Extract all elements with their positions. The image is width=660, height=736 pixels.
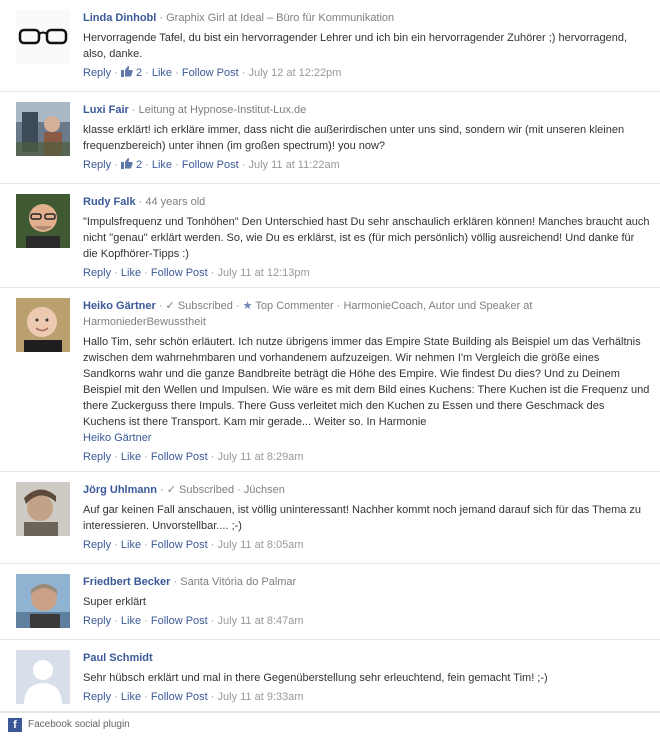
user-photo-icon: [16, 102, 70, 156]
like-link[interactable]: Like: [121, 691, 141, 703]
comment-item: Friedbert Becker · Santa Vitória do Palm…: [0, 564, 660, 640]
comment-item: Heiko Gärtner · ✓ Subscribed · ★ Top Com…: [0, 288, 660, 472]
like-link[interactable]: Like: [121, 451, 141, 463]
comment-item: Linda Dinhobl · Graphix Girl at Ideal – …: [0, 0, 660, 92]
author-name[interactable]: Heiko Gärtner: [83, 300, 156, 312]
follow-post-link[interactable]: Follow Post: [182, 159, 239, 171]
timestamp[interactable]: July 11 at 8:29am: [218, 451, 304, 463]
user-photo-icon: [16, 298, 70, 352]
reply-link[interactable]: Reply: [83, 691, 111, 703]
timestamp[interactable]: July 11 at 12:13pm: [218, 267, 310, 279]
avatar[interactable]: [16, 298, 70, 352]
comment-text: Hervorragende Tafel, du bist ein hervorr…: [83, 32, 628, 60]
comment-text: Super erklärt: [83, 596, 146, 608]
glasses-icon: [16, 10, 70, 64]
author-name[interactable]: Friedbert Becker: [83, 576, 170, 588]
follow-post-link[interactable]: Follow Post: [151, 615, 208, 627]
reply-link[interactable]: Reply: [83, 451, 111, 463]
follow-post-link[interactable]: Follow Post: [151, 451, 208, 463]
like-link[interactable]: Like: [121, 615, 141, 627]
timestamp[interactable]: July 11 at 9:33am: [218, 691, 304, 703]
plugin-footer: f Facebook social plugin: [0, 712, 660, 736]
author-meta: Santa Vitória do Palmar: [180, 576, 297, 588]
user-photo-icon: [16, 574, 70, 628]
avatar[interactable]: [16, 482, 70, 536]
default-user-icon: [16, 650, 70, 704]
timestamp[interactable]: July 11 at 8:05am: [218, 539, 304, 551]
author-name[interactable]: Rudy Falk: [83, 196, 136, 208]
avatar[interactable]: [16, 650, 70, 704]
avatar[interactable]: [16, 10, 70, 64]
author-signature-link[interactable]: Heiko Gärtner: [83, 432, 151, 444]
author-name[interactable]: Jörg Uhlmann: [83, 484, 157, 496]
author-name[interactable]: Paul Schmidt: [83, 652, 153, 664]
avatar[interactable]: [16, 194, 70, 248]
like-link[interactable]: Like: [152, 67, 172, 79]
like-link[interactable]: Like: [121, 539, 141, 551]
thumbs-up-icon: [120, 158, 133, 169]
comment-text: Auf gar keinen Fall anschauen, ist völli…: [83, 504, 642, 532]
comment-item: Luxi Fair · Leitung at Hypnose-Institut-…: [0, 92, 660, 184]
checkmark-icon: ✓: [166, 484, 176, 496]
author-meta: 44 years old: [145, 196, 206, 208]
reply-link[interactable]: Reply: [83, 159, 111, 171]
follow-post-link[interactable]: Follow Post: [151, 539, 208, 551]
author-name[interactable]: Luxi Fair: [83, 104, 129, 116]
follow-post-link[interactable]: Follow Post: [182, 67, 239, 79]
timestamp[interactable]: July 12 at 12:22pm: [248, 67, 341, 79]
follow-post-link[interactable]: Follow Post: [151, 691, 208, 703]
timestamp[interactable]: July 11 at 8:47am: [218, 615, 304, 627]
subscribed-label: Subscribed: [177, 300, 233, 312]
comment-item: Rudy Falk · 44 years old "Impulsfrequenz…: [0, 184, 660, 288]
author-meta: Graphix Girl at Ideal – Büro für Kommuni…: [166, 12, 395, 24]
like-link[interactable]: Like: [152, 159, 172, 171]
facebook-icon[interactable]: f: [8, 718, 22, 732]
comment-text: Sehr hübsch erklärt und mal in there Geg…: [83, 672, 548, 684]
author-meta: Jüchsen: [243, 484, 285, 496]
thumbs-up-icon: [120, 66, 133, 77]
follow-post-link[interactable]: Follow Post: [151, 267, 208, 279]
comment-text: klasse erklärt! ich erkläre immer, dass …: [83, 124, 625, 152]
comment-text: "Impulsfrequenz und Tonhöhen" Den Unters…: [83, 216, 650, 260]
avatar[interactable]: [16, 574, 70, 628]
subscribed-label: Subscribed: [179, 484, 235, 496]
like-count[interactable]: 2: [120, 66, 142, 79]
reply-link[interactable]: Reply: [83, 539, 111, 551]
author-meta: Leitung at Hypnose-Institut-Lux.de: [138, 104, 307, 116]
top-commenter-label: Top Commenter: [255, 300, 334, 312]
reply-link[interactable]: Reply: [83, 67, 111, 79]
avatar[interactable]: [16, 102, 70, 156]
like-count[interactable]: 2: [120, 158, 142, 171]
comment-item: Jörg Uhlmann · ✓ Subscribed · Jüchsen Au…: [0, 472, 660, 564]
reply-link[interactable]: Reply: [83, 267, 111, 279]
star-icon: ★: [242, 300, 253, 312]
user-photo-icon: [16, 482, 70, 536]
user-photo-icon: [16, 194, 70, 248]
checkmark-icon: ✓: [165, 300, 175, 312]
comment-text: Hallo Tim, sehr schön erläutert. Ich nut…: [83, 336, 650, 444]
footer-label[interactable]: Facebook social plugin: [28, 718, 130, 732]
like-link[interactable]: Like: [121, 267, 141, 279]
comment-item: Paul Schmidt Sehr hübsch erklärt und mal…: [0, 640, 660, 712]
timestamp[interactable]: July 11 at 11:22am: [248, 159, 339, 171]
author-name[interactable]: Linda Dinhobl: [83, 12, 156, 24]
reply-link[interactable]: Reply: [83, 615, 111, 627]
